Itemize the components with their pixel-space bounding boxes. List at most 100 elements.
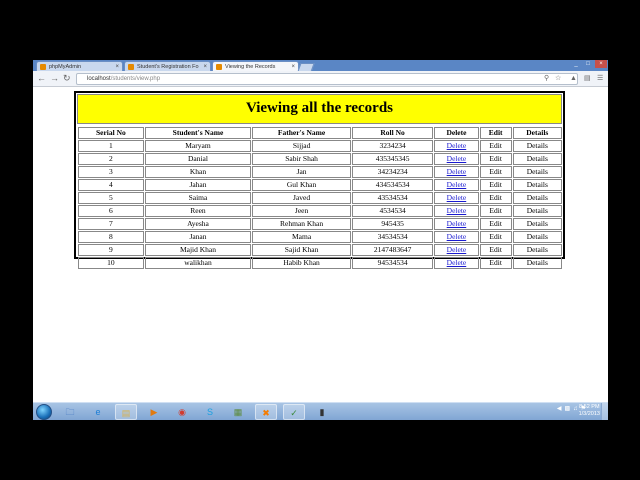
table-row: 4 Jahan Gul Khan 434534534 Delete Edit Details [78,179,562,191]
search-icon[interactable]: ⚲ [544,74,549,83]
minimize-button[interactable]: _ [570,60,582,68]
details-link[interactable]: Details [512,166,562,178]
xampp-icon[interactable]: ✖ [255,404,277,420]
delete-link[interactable]: Delete [447,219,467,228]
table-cell: Delete [434,257,479,269]
edit-link[interactable]: Edit [479,166,512,178]
close-window-button[interactable]: × [595,60,607,68]
volume-icon[interactable]: ♫ [573,406,578,412]
edit-link[interactable]: Edit [479,244,512,256]
details-link[interactable]: Details [512,231,562,243]
table-cell: Delete [434,244,479,256]
tray-arrow-icon[interactable]: ◀ [557,406,562,412]
delete-link[interactable]: Delete [447,206,467,215]
clock[interactable]: 8:52 PM 1/3/2013 [579,404,600,418]
column-header-roll: Roll No [351,127,434,139]
cell-student-name: Janan [144,231,252,243]
records-container: Viewing all the records Serial No Studen… [74,91,565,269]
table-cell: Delete [434,166,479,178]
details-link[interactable]: Details [512,205,562,217]
chart-icon[interactable]: ▤ [584,74,591,83]
delete-link[interactable]: Delete [447,154,467,163]
back-icon[interactable]: ← [37,73,46,83]
extension-icon[interactable]: ▲ [570,74,577,83]
tab-phpmyadmin[interactable]: phpMyAdmin × [36,61,123,71]
edit-link[interactable]: Edit [479,140,512,152]
tab-label: Viewing the Records [225,64,276,70]
details-link[interactable]: Details [512,244,562,256]
close-icon[interactable]: × [115,62,119,71]
edit-link[interactable]: Edit [479,179,512,191]
skype-icon[interactable]: S [199,404,221,420]
cell-roll-no: 43534534 [351,192,434,204]
cell-student-name: Majid Khan [144,244,252,256]
cell-roll-no: 4534534 [351,205,434,217]
cell-serial: 8 [78,231,144,243]
edit-link[interactable]: Edit [479,218,512,230]
app2-icon[interactable]: ✓ [283,404,305,420]
forward-icon[interactable]: → [50,73,59,83]
delete-link[interactable]: Delete [447,193,467,202]
chrome-icon[interactable]: ◉ [171,404,193,420]
details-link[interactable]: Details [512,218,562,230]
table-cell: Delete [434,153,479,165]
cell-roll-no: 94534534 [351,257,434,269]
url-host: localhost [87,76,111,82]
network-icon[interactable]: ▩ [564,406,570,412]
table-row: 2 Danial Sabir Shah 435345345 Delete Edit Deta… [78,153,562,165]
close-icon[interactable]: × [203,62,207,71]
folder-icon[interactable]: ▤ [115,404,137,420]
cell-student-name: Saima [144,192,252,204]
edit-link[interactable]: Edit [479,257,512,269]
cell-serial: 1 [78,140,144,152]
delete-link[interactable]: Delete [447,232,467,241]
cell-roll-no: 3234234 [351,140,434,152]
column-header-student: Student's Name [144,127,252,139]
clock-time: 8:52 PM [579,404,600,410]
column-header-father: Father's Name [252,127,351,139]
media-player-icon[interactable]: ▶ [143,404,165,420]
details-link[interactable]: Details [512,192,562,204]
table-row: 6 Reen Jeen 4534534 Delete Edit Details [78,205,562,217]
table-row: 1 Maryam Sijjad 3234234 Delete Edit Details [78,140,562,152]
tab-registration[interactable]: Student's Registration Fo × [124,61,211,71]
address-bar[interactable]: localhost/students/view.php [76,73,578,85]
show-desktop-button[interactable] [601,403,608,420]
menu-icon[interactable]: ☰ [597,74,603,83]
cell-roll-no: 435345345 [351,153,434,165]
delete-link[interactable]: Delete [447,180,467,189]
table-cell: Delete [434,205,479,217]
cell-father-name: Sabir Shah [252,153,351,165]
edit-link[interactable]: Edit [479,192,512,204]
table-header-row: Serial No Student's Name Father's Name R… [78,127,562,139]
reload-icon[interactable]: ↻ [63,73,71,83]
cell-roll-no: 434534534 [351,179,434,191]
cell-father-name: Sijjad [252,140,351,152]
details-link[interactable]: Details [512,140,562,152]
close-icon[interactable]: × [291,62,295,71]
cell-father-name: Jan [252,166,351,178]
app3-icon[interactable]: ▮ [311,404,333,420]
internet-explorer-icon[interactable]: e [87,404,109,420]
windows-explorer-icon[interactable]: 🗀 [59,404,81,420]
cell-serial: 6 [78,205,144,217]
cell-serial: 3 [78,166,144,178]
delete-link[interactable]: Delete [447,258,467,267]
bookmark-star-icon[interactable]: ☆ [555,74,561,83]
start-button[interactable] [36,404,52,420]
delete-link[interactable]: Delete [447,167,467,176]
table-row: 10 walikhan Habib Khan 94534534 Delete Edit De… [78,257,562,269]
details-link[interactable]: Details [512,257,562,269]
table-cell: Delete [434,179,479,191]
details-link[interactable]: Details [512,153,562,165]
delete-link[interactable]: Delete [447,245,467,254]
maximize-button[interactable]: □ [582,60,594,68]
tab-viewing-records[interactable]: Viewing the Records × [212,61,299,71]
cell-father-name: Rehman Khan [252,218,351,230]
edit-link[interactable]: Edit [479,205,512,217]
app-icon[interactable]: ▦ [227,404,249,420]
edit-link[interactable]: Edit [479,231,512,243]
edit-link[interactable]: Edit [479,153,512,165]
delete-link[interactable]: Delete [447,141,467,150]
details-link[interactable]: Details [512,179,562,191]
